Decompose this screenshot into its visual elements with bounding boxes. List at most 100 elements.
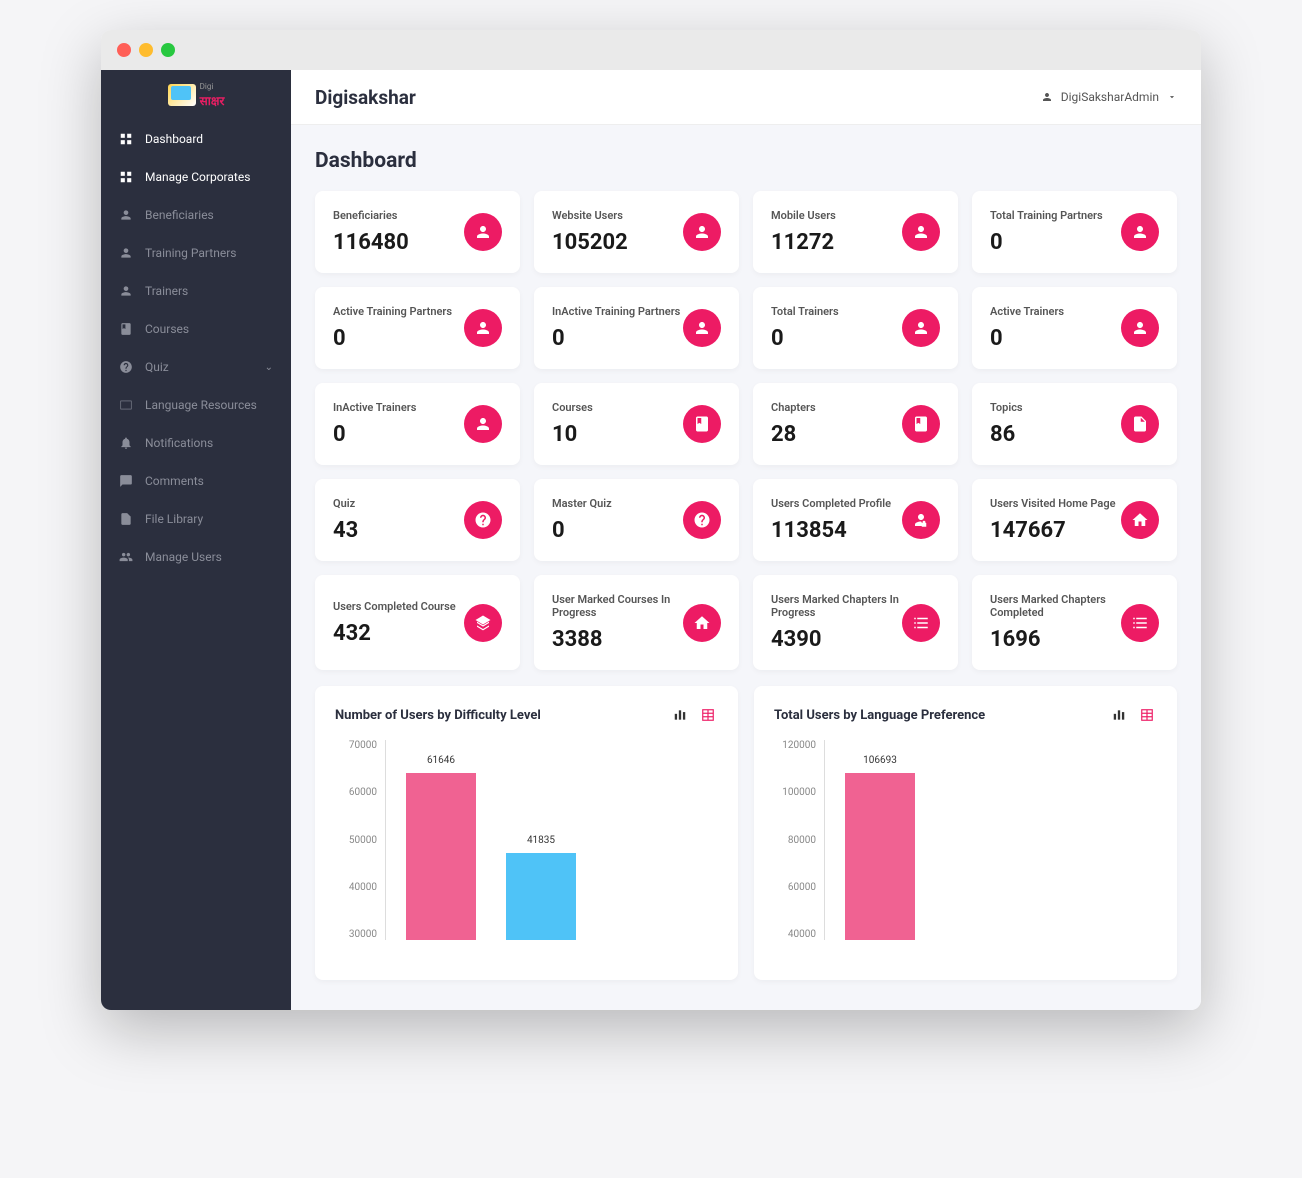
stat-card-beneficiaries[interactable]: Beneficiaries116480 [315, 191, 520, 273]
sidebar-item-label: Training Partners [145, 246, 236, 260]
chart-view-bars-button[interactable] [670, 706, 690, 724]
stat-value: 10 [552, 422, 683, 447]
stat-label: Users Marked Chapters Completed [990, 593, 1121, 619]
stat-card-total-training-partners[interactable]: Total Training Partners 0 [972, 191, 1177, 273]
browser-window: Digiसाक्षर Dashboard Manage Corporates Ben… [101, 30, 1201, 1010]
stat-label: Total Training Partners [990, 209, 1121, 222]
stat-card-courses[interactable]: Courses10 [534, 383, 739, 465]
stat-label: Users Visited Home Page [990, 497, 1121, 510]
stat-value: 0 [990, 326, 1121, 351]
stat-card-total-trainers[interactable]: Total Trainers0 [753, 287, 958, 369]
user-icon [902, 309, 940, 347]
minimize-window-button[interactable] [139, 43, 153, 57]
stats-grid: Beneficiaries116480Website Users105202Mo… [315, 191, 1177, 670]
sidebar-item-label: Manage Corporates [145, 170, 250, 184]
stat-value: 3388 [552, 627, 683, 652]
chart-view-bars-button[interactable] [1109, 706, 1129, 724]
home-icon [1121, 501, 1159, 539]
grid-icon [119, 132, 133, 146]
sidebar: Digiसाक्षर Dashboard Manage Corporates Ben… [101, 70, 291, 1010]
stat-card-users-marked-chapters-in-progress[interactable]: Users Marked Chapters In Progress4390 [753, 575, 958, 670]
user-name: DigiSaksharAdmin [1061, 90, 1159, 104]
sidebar-item-comments[interactable]: Comments [101, 462, 291, 500]
stat-value: 0 [333, 422, 464, 447]
stat-label: User Marked Courses In Progress [552, 593, 683, 619]
list-icon [1121, 604, 1159, 642]
sidebar-item-notifications[interactable]: Notifications [101, 424, 291, 462]
sidebar-item-training-partners[interactable]: Training Partners [101, 234, 291, 272]
bar-value-label: 106693 [845, 755, 915, 766]
stat-value: 0 [552, 518, 683, 543]
stat-value: 86 [990, 422, 1121, 447]
stat-card-active-trainers[interactable]: Active Trainers0 [972, 287, 1177, 369]
sidebar-item-beneficiaries[interactable]: Beneficiaries [101, 196, 291, 234]
stat-value: 4390 [771, 627, 902, 652]
sidebar-item-manage-users[interactable]: Manage Users [101, 538, 291, 576]
sidebar-item-dashboard[interactable]: Dashboard [101, 120, 291, 158]
stat-label: Master Quiz [552, 497, 683, 510]
stat-card-inactive-trainers[interactable]: InActive Trainers0 [315, 383, 520, 465]
chart-title: Total Users by Language Preference [774, 708, 985, 723]
stat-value: 116480 [333, 230, 464, 255]
page-title: Dashboard [315, 149, 1177, 173]
chart-card-0: Number of Users by Difficulty Level70000… [315, 686, 738, 980]
stat-card-mobile-users[interactable]: Mobile Users11272 [753, 191, 958, 273]
stat-value: 28 [771, 422, 902, 447]
chart-plot: 120000100000800006000040000106693 [774, 740, 1157, 960]
stat-value: 11272 [771, 230, 902, 255]
user-menu[interactable]: DigiSaksharAdmin [1041, 90, 1177, 104]
stat-card-users-completed-profile[interactable]: Users Completed Profile113854 [753, 479, 958, 561]
chart-view-table-button[interactable] [1137, 706, 1157, 724]
sidebar-item-label: Courses [145, 322, 189, 336]
chart-view-table-button[interactable] [698, 706, 718, 724]
app-logo: Digiसाक्षर [101, 70, 291, 120]
user-icon [464, 405, 502, 443]
user-icon [119, 208, 133, 222]
stat-card-topics[interactable]: Topics 86 [972, 383, 1177, 465]
stat-card-users-visited-home-page[interactable]: Users Visited Home Page 147667 [972, 479, 1177, 561]
stat-value: 1696 [990, 627, 1121, 652]
stat-card-master-quiz[interactable]: Master Quiz 0 [534, 479, 739, 561]
stat-value: 147667 [990, 518, 1121, 543]
stat-label: InActive Training Partners [552, 305, 683, 318]
sidebar-item-courses[interactable]: Courses [101, 310, 291, 348]
stat-card-quiz[interactable]: Quiz43 [315, 479, 520, 561]
stat-card-inactive-training-partners[interactable]: InActive Training Partners0 [534, 287, 739, 369]
stat-value: 0 [771, 326, 902, 351]
stat-label: Topics [990, 401, 1121, 414]
topbar: Digisakshar DigiSaksharAdmin [291, 70, 1201, 125]
stat-label: Chapters [771, 401, 902, 414]
sidebar-item-manage-corporates[interactable]: Manage Corporates [101, 158, 291, 196]
users-icon [119, 550, 133, 564]
chart-bar: 61646 [406, 773, 476, 940]
sidebar-item-label: Quiz [145, 360, 169, 374]
chevron-down-icon [1167, 92, 1177, 102]
comment-icon [119, 474, 133, 488]
close-window-button[interactable] [117, 43, 131, 57]
sidebar-item-trainers[interactable]: Trainers [101, 272, 291, 310]
sidebar-item-label: File Library [145, 512, 203, 526]
sidebar-item-quiz[interactable]: Quiz⌄ [101, 348, 291, 386]
window-titlebar [101, 30, 1201, 70]
sidebar-item-language-resources[interactable]: Language Resources [101, 386, 291, 424]
stat-value: 0 [333, 326, 464, 351]
stat-card-chapters[interactable]: Chapters 28 [753, 383, 958, 465]
chart-bars: 61646 41835 [385, 740, 718, 940]
stat-card-users-marked-chapters-completed[interactable]: Users Marked Chapters Completed 1696 [972, 575, 1177, 670]
maximize-window-button[interactable] [161, 43, 175, 57]
stat-value: 0 [990, 230, 1121, 255]
sidebar-nav: Dashboard Manage Corporates Beneficiaries T… [101, 120, 291, 576]
stat-label: Users Completed Profile [771, 497, 902, 510]
chart-title: Number of Users by Difficulty Level [335, 708, 541, 723]
sidebar-item-file-library[interactable]: File Library [101, 500, 291, 538]
chart-bar: 41835 [506, 853, 576, 940]
stat-card-user-marked-courses-in-progress[interactable]: User Marked Courses In Progress 3388 [534, 575, 739, 670]
question-icon [683, 501, 721, 539]
question-icon [464, 501, 502, 539]
sidebar-item-label: Comments [145, 474, 204, 488]
user-icon [464, 213, 502, 251]
stat-card-users-completed-course[interactable]: Users Completed Course432 [315, 575, 520, 670]
stat-card-website-users[interactable]: Website Users105202 [534, 191, 739, 273]
stat-card-active-training-partners[interactable]: Active Training Partners0 [315, 287, 520, 369]
user-icon [1121, 213, 1159, 251]
